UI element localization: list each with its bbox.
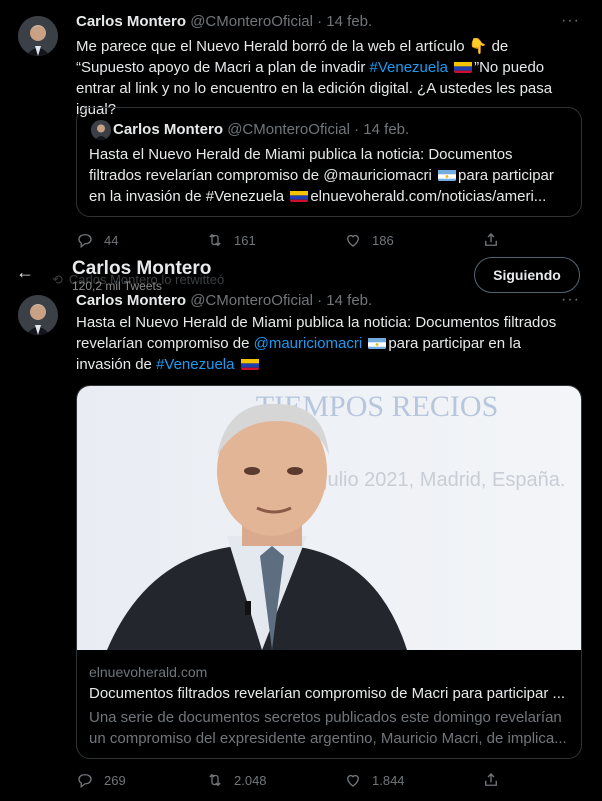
- like-button[interactable]: 186: [344, 231, 394, 249]
- author-name[interactable]: Carlos Montero: [76, 292, 186, 309]
- quoted-text: Hasta el Nuevo Herald de Miami publica l…: [89, 146, 554, 205]
- tweet-actions: 269 2.048 1.844: [76, 771, 516, 791]
- author-name[interactable]: Carlos Montero: [76, 13, 186, 30]
- hashtag-link[interactable]: #Venezuela: [370, 59, 448, 76]
- pointing-down-emoji: 👇: [468, 38, 488, 55]
- tweet-date[interactable]: 14 feb.: [326, 13, 372, 30]
- card-domain: elnuevoherald.com: [89, 664, 208, 680]
- tweet-1[interactable]: Carlos Montero @CMonteroOficial · 14 feb…: [0, 0, 602, 257]
- back-arrow-icon[interactable]: ←: [16, 262, 34, 283]
- tweet-actions: 44 161 186: [76, 231, 516, 251]
- share-icon: [485, 233, 497, 246]
- card-image: TIEMPOS RECIOS 9 de julio 2021, Madrid, …: [77, 386, 581, 650]
- separator: ·: [354, 121, 360, 138]
- retweet-count: 2.048: [234, 772, 267, 788]
- reply-button[interactable]: 44: [76, 231, 118, 249]
- venezuela-flag-icon: [454, 60, 473, 73]
- tweet-text: Hasta el Nuevo Herald de Miami publica l…: [76, 314, 557, 373]
- retweet-icon: [209, 773, 221, 787]
- separator: ·: [317, 292, 323, 309]
- retweet-count: 161: [234, 232, 256, 248]
- card-description: Una serie de documentos secretos publica…: [89, 709, 567, 747]
- tweet-date[interactable]: 14 feb.: [326, 292, 372, 309]
- venezuela-flag-icon: [290, 189, 309, 202]
- argentina-flag-icon: [438, 168, 457, 181]
- reply-button[interactable]: 269: [76, 771, 126, 789]
- reply-count: 269: [104, 772, 126, 788]
- like-icon: [347, 774, 359, 787]
- avatar[interactable]: [18, 295, 58, 335]
- like-button[interactable]: 1.844: [344, 771, 405, 789]
- reply-icon: [78, 774, 92, 789]
- quoted-date: 14 feb.: [363, 121, 410, 138]
- hashtag-link[interactable]: #Venezuela: [156, 356, 234, 373]
- reply-count: 44: [104, 232, 119, 248]
- profile-name: Carlos Montero: [72, 258, 212, 279]
- reply-icon: [78, 234, 92, 249]
- profile-header: ← Carlos Montero 120,2 mil Tweets Siguie…: [0, 257, 602, 293]
- separator: ·: [317, 13, 323, 30]
- card-title: Documentos filtrados revelarían compromi…: [89, 685, 566, 702]
- mention-link[interactable]: @mauriciomacri: [254, 335, 363, 352]
- argentina-flag-icon: [368, 336, 387, 349]
- share-button[interactable]: [482, 771, 500, 789]
- avatar[interactable]: [18, 16, 58, 56]
- author-handle[interactable]: @CMonteroOficial: [190, 13, 313, 30]
- quoted-tweet[interactable]: Carlos Montero @CMonteroOficial · 14 feb…: [76, 107, 582, 217]
- share-icon: [485, 773, 497, 786]
- like-count: 186: [372, 232, 394, 248]
- venezuela-flag-icon: [240, 357, 259, 370]
- more-icon[interactable]: ···: [561, 291, 580, 309]
- quoted-author-handle: @CMonteroOficial: [227, 121, 350, 138]
- retweet-button[interactable]: 2.048: [206, 771, 267, 789]
- more-icon[interactable]: ···: [561, 12, 580, 30]
- author-handle[interactable]: @CMonteroOficial: [190, 292, 313, 309]
- like-count: 1.844: [372, 772, 405, 788]
- link-card[interactable]: TIEMPOS RECIOS 9 de julio 2021, Madrid, …: [76, 385, 582, 759]
- quoted-author-name: Carlos Montero: [113, 121, 224, 138]
- retweet-button[interactable]: 161: [206, 231, 256, 249]
- retweet-icon: [209, 233, 221, 247]
- quoted-avatar: [91, 120, 111, 140]
- like-icon: [347, 234, 359, 247]
- share-button[interactable]: [482, 231, 500, 249]
- following-button[interactable]: Siguiendo: [474, 257, 580, 293]
